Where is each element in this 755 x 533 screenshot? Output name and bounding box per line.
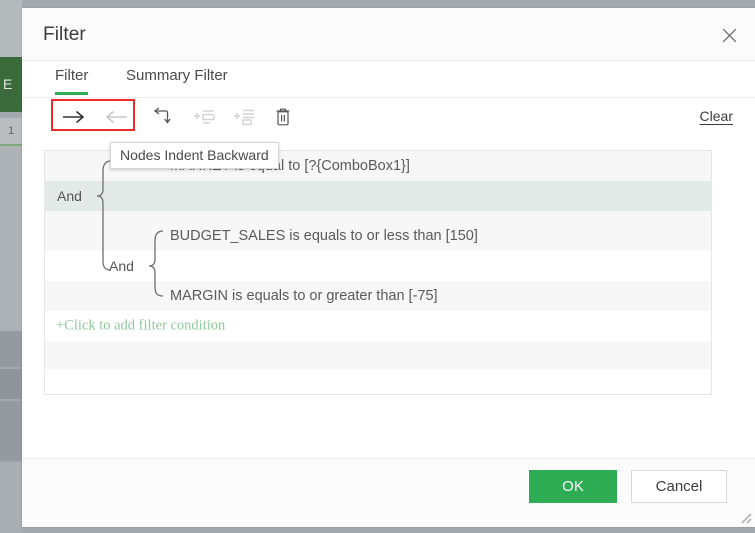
tab-filter[interactable]: Filter [55, 61, 89, 97]
add-group-icon [232, 108, 256, 126]
filter-empty-row [45, 211, 711, 221]
filter-operator-row[interactable]: And [45, 181, 711, 211]
tab-summary-filter-label: Summary Filter [126, 67, 228, 84]
background-ribbon-tab: E [0, 57, 22, 112]
filter-empty-row [45, 369, 711, 394]
dialog-footer: OK Cancel [22, 458, 755, 527]
clear-link[interactable]: Clear [700, 108, 733, 124]
tooltip-nodes-indent-backward: Nodes Indent Backward [110, 142, 279, 169]
close-icon[interactable] [711, 17, 747, 53]
filter-condition-text: BUDGET_SALES is equals to or less than [… [170, 228, 478, 244]
background-panel-b [0, 369, 22, 399]
nodes-indent-backward-button[interactable] [100, 102, 132, 132]
background-status-bar [0, 463, 22, 533]
filter-condition-text: MARGIN is equals to or greater than [-75… [170, 288, 438, 304]
screen: E 1 Filter Filter Summary Filter Clear M… [0, 0, 755, 533]
add-filter-condition-row[interactable]: +Click to add filter condition [45, 311, 711, 341]
filter-dialog: Filter Filter Summary Filter Clear MARKE… [22, 8, 755, 527]
dialog-tabs: Filter Summary Filter [22, 61, 755, 98]
arrow-right-icon [62, 109, 86, 125]
dialog-titlebar: Filter [22, 8, 755, 61]
background-panel-a [0, 331, 22, 367]
filter-operator-row[interactable]: And [45, 251, 711, 281]
filter-toolbar: Clear [22, 98, 755, 138]
cancel-button[interactable]: Cancel [631, 470, 727, 503]
background-panel-c [0, 401, 22, 461]
trash-icon [274, 107, 292, 127]
filter-operator-label[interactable]: And [109, 258, 134, 274]
add-group-button[interactable] [228, 102, 260, 132]
filter-condition-row[interactable]: MARGIN is equals to or greater than [-75… [45, 281, 711, 311]
add-condition-icon [192, 108, 216, 126]
nodes-move-down-button[interactable] [146, 102, 178, 132]
arrow-turn-down-icon [152, 107, 172, 127]
filter-condition-row[interactable]: BUDGET_SALES is equals to or less than [… [45, 221, 711, 251]
tab-summary-filter[interactable]: Summary Filter [126, 61, 228, 97]
tab-filter-label: Filter [55, 67, 89, 84]
arrow-left-icon [104, 109, 128, 125]
add-filter-condition-link[interactable]: +Click to add filter condition [56, 318, 225, 335]
filter-conditions-panel: MARKET is equal to [?{ComboBox1}] And BUDG… [44, 150, 712, 395]
filter-empty-row [45, 341, 711, 369]
dialog-title: Filter [43, 24, 86, 45]
ok-button[interactable]: OK [529, 470, 617, 503]
add-condition-button[interactable] [188, 102, 220, 132]
background-toolbar-strip [0, 0, 22, 57]
nodes-indent-forward-button[interactable] [58, 102, 90, 132]
resize-grip-icon[interactable] [738, 510, 752, 524]
tab-active-underline [55, 92, 89, 95]
background-grid-area [0, 146, 22, 331]
delete-node-button[interactable] [267, 102, 299, 132]
background-row-header: 1 [0, 118, 22, 144]
filter-operator-label[interactable]: And [57, 188, 82, 204]
